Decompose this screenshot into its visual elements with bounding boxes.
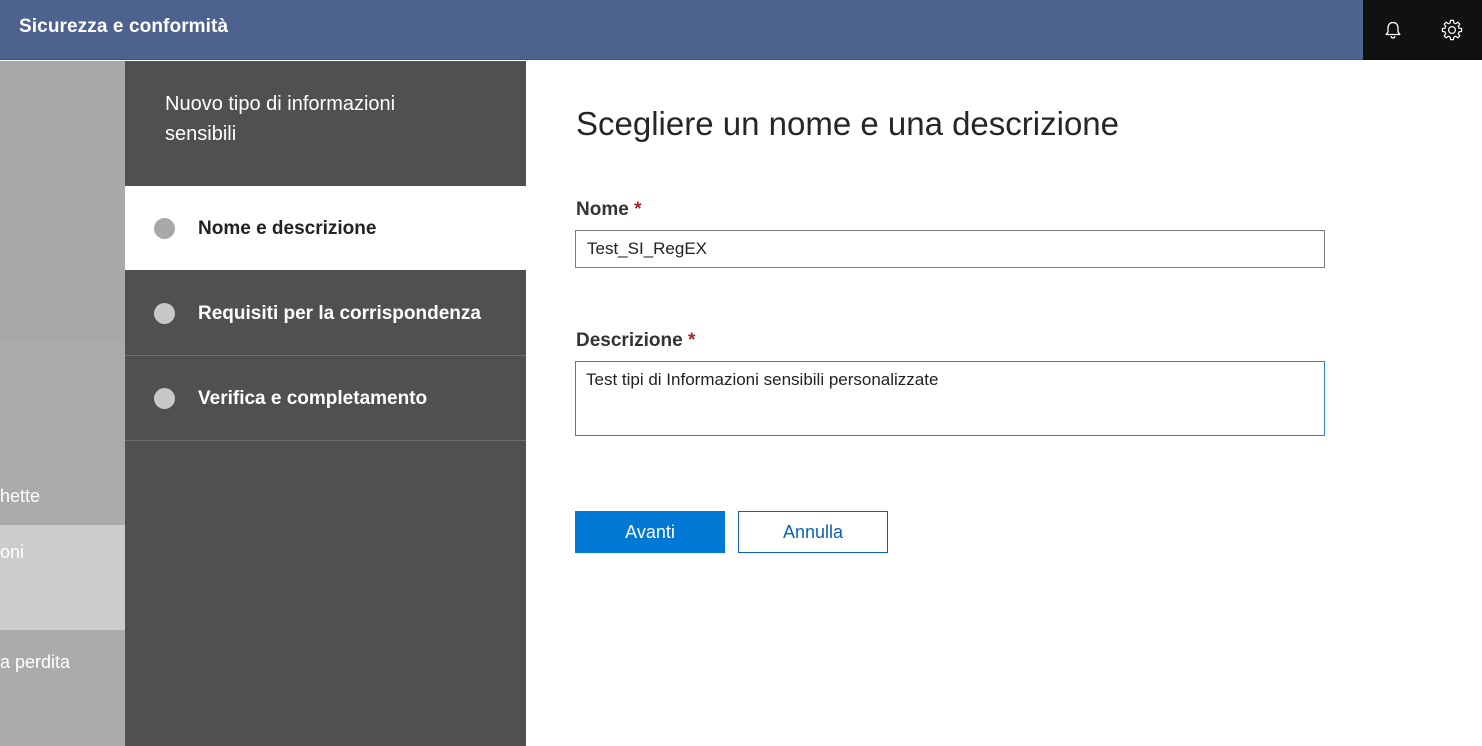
background-nav-block: [0, 630, 125, 746]
wizard-step-label: Nome e descrizione: [198, 218, 377, 239]
name-input[interactable]: [575, 230, 1325, 268]
background-nav-item[interactable]: a perdita: [0, 652, 70, 673]
wizard-step-name-description[interactable]: Nome e descrizione: [125, 186, 526, 270]
name-label-text: Nome: [576, 199, 629, 220]
background-nav-block-selected: [0, 525, 125, 630]
required-marker: *: [634, 199, 642, 220]
description-label: Descrizione *: [576, 330, 695, 352]
page-title: Scegliere un nome e una descrizione: [576, 105, 1120, 142]
top-bar-actions: [1363, 0, 1482, 60]
wizard-step-label: Verifica e completamento: [198, 388, 428, 409]
step-status-dot-icon: [154, 218, 175, 239]
description-label-text: Descrizione: [576, 330, 683, 351]
description-textarea[interactable]: Test tipi di Informazioni sensibili pers…: [575, 361, 1325, 436]
app-title[interactable]: Sicurezza e conformità: [19, 16, 228, 38]
background-navigation: hette oni a perdita: [0, 61, 125, 746]
name-label: Nome *: [576, 199, 641, 221]
wizard-step-matching-requirements[interactable]: Requisiti per la corrispondenza: [125, 271, 526, 355]
wizard-step-label: Requisiti per la corrispondenza: [198, 303, 481, 324]
step-status-dot-icon: [154, 388, 175, 409]
background-nav-item[interactable]: hette: [0, 486, 40, 507]
wizard-step-review-finish[interactable]: Verifica e completamento: [125, 356, 526, 440]
wizard-panel: Nuovo tipo di informazioni sensibili Nom…: [125, 61, 526, 746]
bell-icon: [1385, 21, 1401, 39]
background-nav-block: [0, 61, 125, 342]
top-bar: Sicurezza e conformità: [0, 0, 1482, 60]
form-panel: Scegliere un nome e una descrizione Nome…: [526, 61, 1482, 746]
next-button[interactable]: Avanti: [575, 511, 725, 553]
gear-icon: [1442, 19, 1463, 41]
background-nav-item[interactable]: oni: [0, 542, 24, 563]
wizard-title: Nuovo tipo di informazioni sensibili: [165, 93, 396, 145]
notifications-button[interactable]: [1363, 0, 1423, 60]
step-divider: [125, 440, 526, 441]
cancel-button[interactable]: Annulla: [738, 511, 888, 553]
settings-button[interactable]: [1423, 0, 1482, 60]
step-status-dot-icon: [154, 303, 175, 324]
required-marker: *: [687, 330, 696, 351]
